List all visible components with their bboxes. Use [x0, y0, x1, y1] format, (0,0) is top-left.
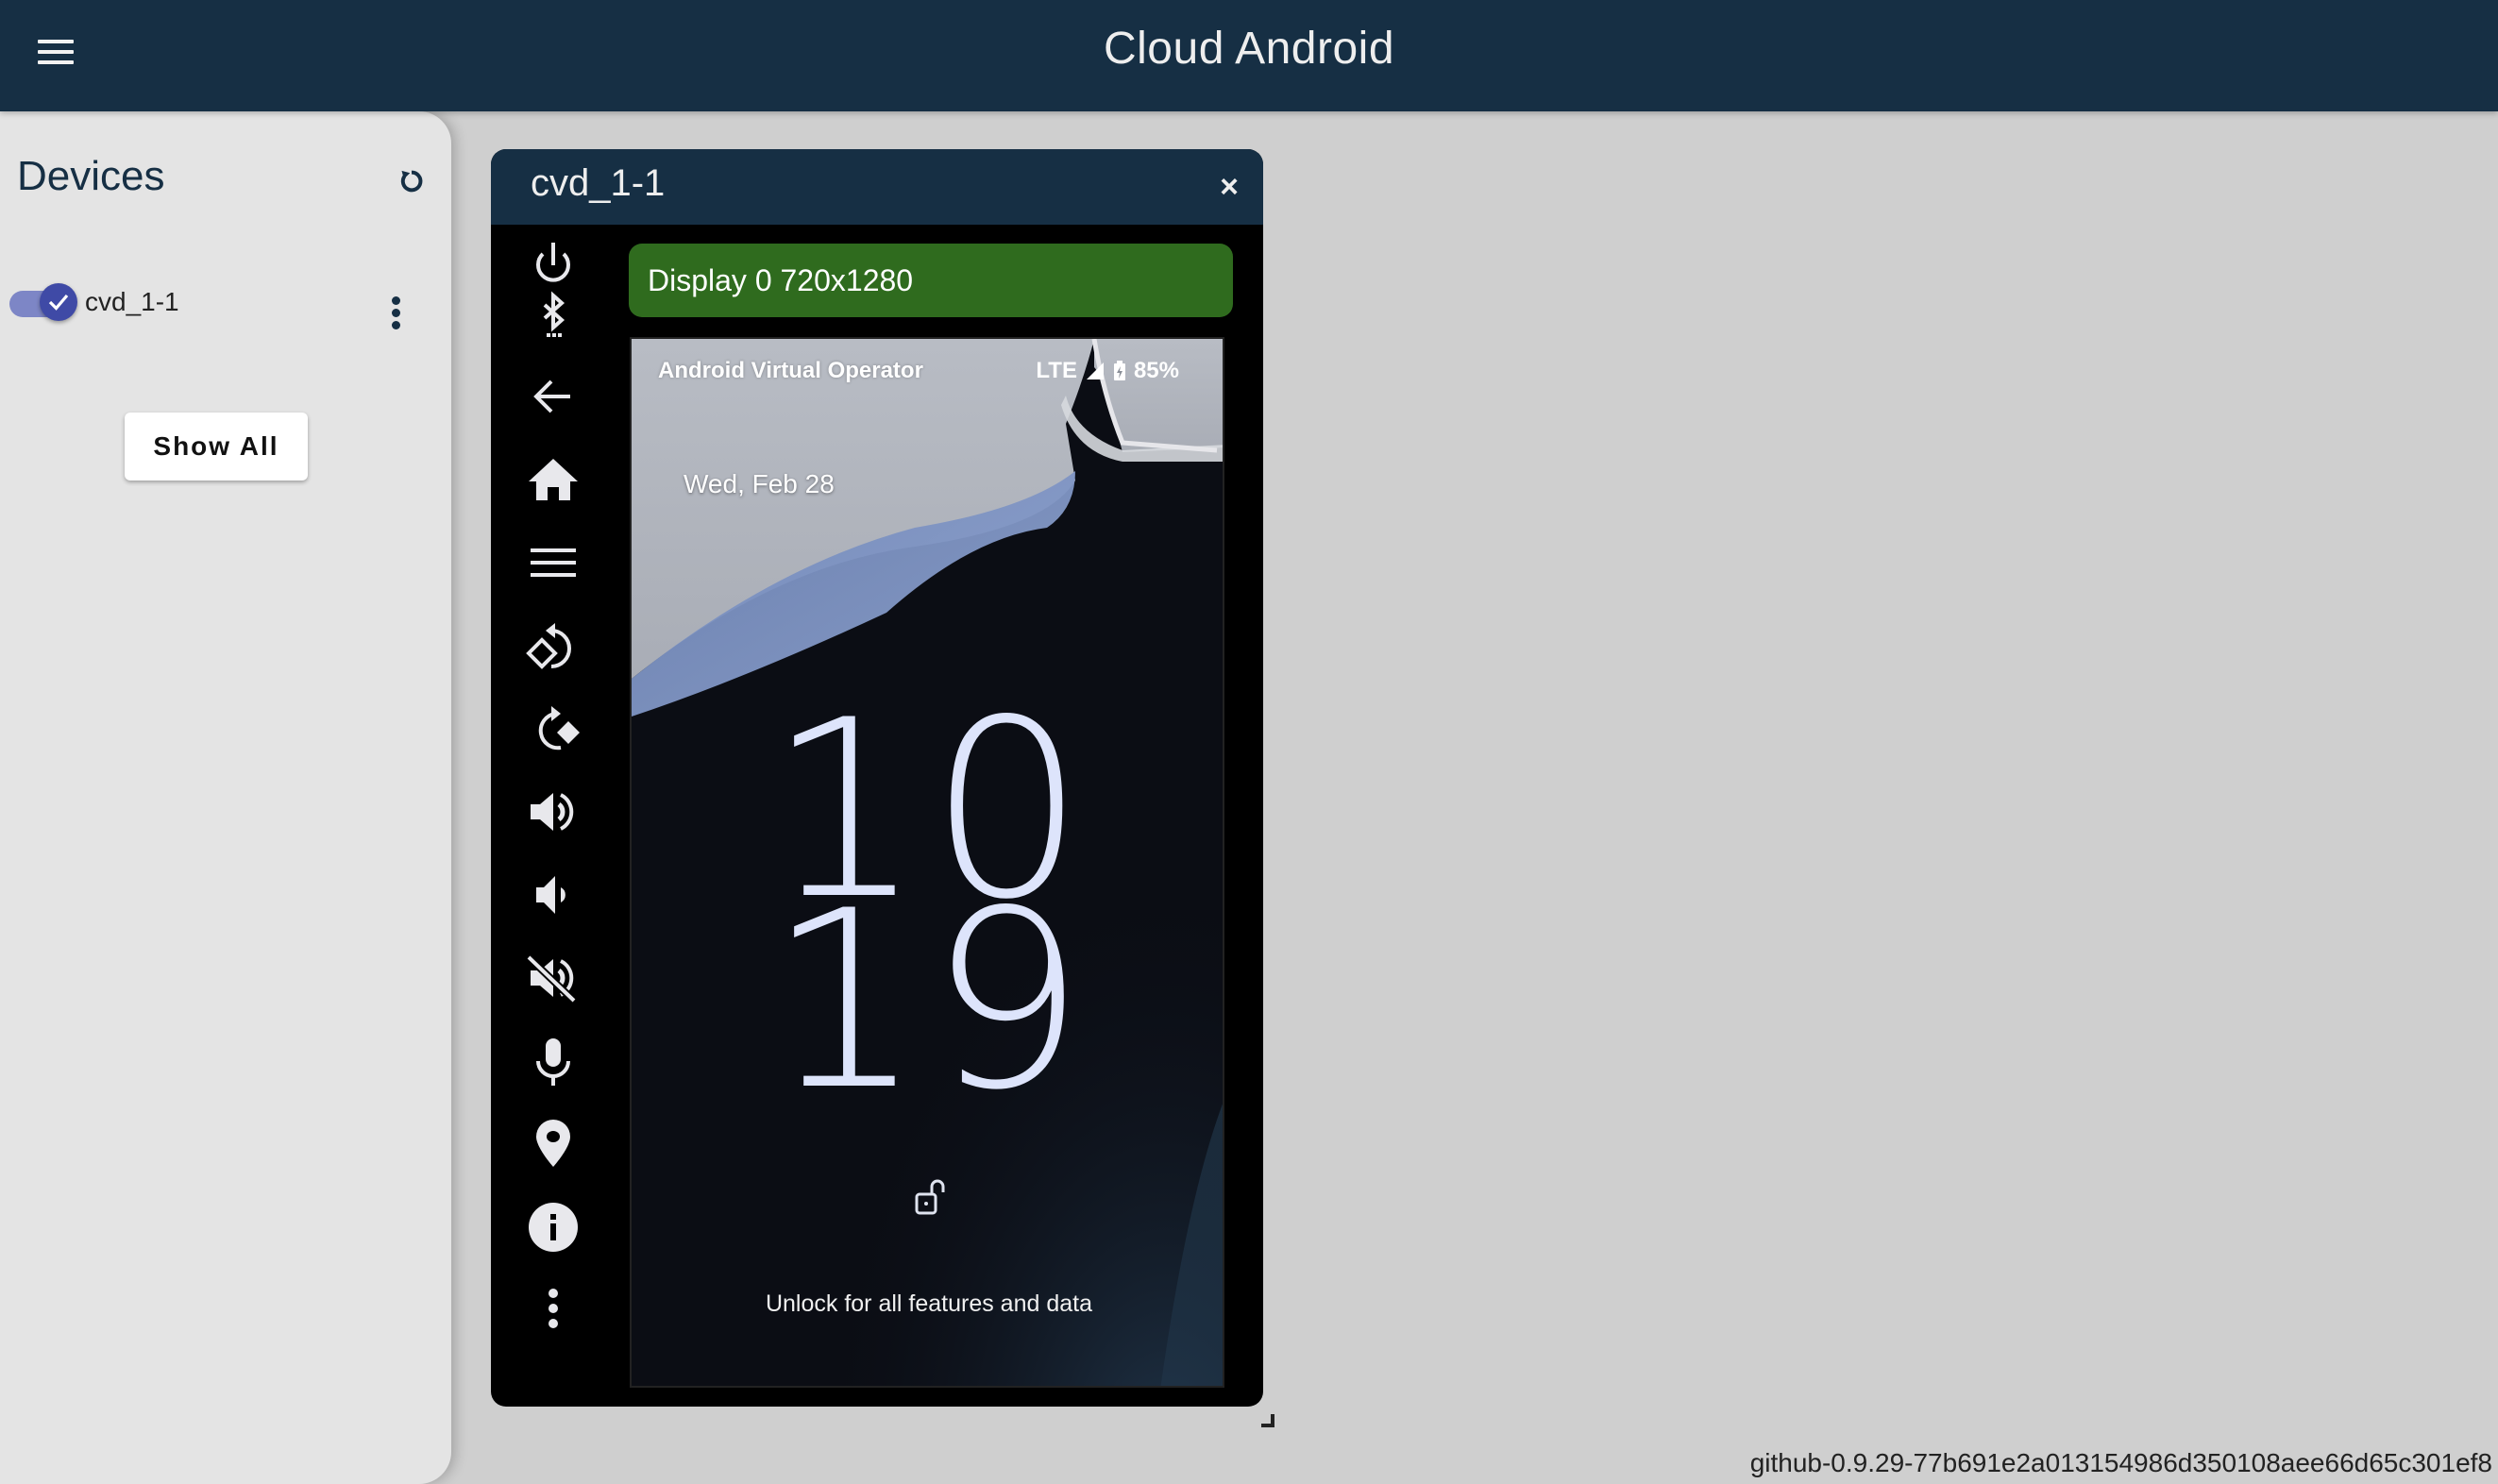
info-button[interactable] [523, 1197, 583, 1257]
rotate-right-icon [538, 706, 580, 750]
device-list-item: cvd_1-1 [0, 262, 451, 338]
home-button[interactable] [523, 449, 583, 510]
home-icon [529, 459, 578, 500]
close-icon[interactable]: × [1212, 168, 1246, 206]
device-window: cvd_1-1 × Display 0 720x1280 Android Vir… [491, 149, 1263, 1407]
rotate-left-button[interactable] [523, 616, 583, 676]
mic-icon [536, 1038, 570, 1086]
menu-icon [531, 548, 576, 577]
more-vert-icon [549, 1289, 558, 1328]
app-title: Cloud Android [1103, 24, 1395, 74]
location-button[interactable] [523, 1114, 583, 1174]
rotate-right-button[interactable] [523, 699, 583, 759]
resize-handle[interactable] [1261, 1414, 1274, 1427]
more-vert-icon[interactable] [381, 283, 410, 330]
volume-up-button[interactable] [523, 782, 583, 842]
volume-mute-button[interactable] [523, 948, 583, 1008]
refresh-button[interactable] [391, 160, 432, 202]
unlock-icon[interactable] [913, 1177, 947, 1215]
volume-up-icon [531, 793, 574, 831]
device-name[interactable]: cvd_1-1 [85, 287, 179, 317]
menu-button[interactable] [523, 532, 583, 593]
location-icon [536, 1120, 570, 1167]
network-type: LTE [1036, 358, 1077, 383]
rotate-left-icon [526, 623, 571, 669]
battery-level: 85% [1133, 358, 1179, 383]
clock-minute: 19 [767, 859, 1091, 1144]
volume-down-icon [536, 876, 565, 914]
device-window-header[interactable]: cvd_1-1 × [491, 149, 1263, 225]
display-label: Display 0 720x1280 [629, 244, 1233, 317]
check-icon [48, 294, 69, 311]
bluetooth-searching-icon [543, 291, 565, 337]
device-toggle[interactable] [9, 283, 77, 323]
device-screen[interactable]: Android Virtual Operator LTE 85% Wed, Fe… [630, 337, 1224, 1388]
volume-down-button[interactable] [523, 865, 583, 925]
status-icons: LTE 85% [1036, 358, 1179, 384]
version-label: github-0.9.29-77b691e2a013154986d350108a… [1749, 1448, 2492, 1477]
volume-off-icon [526, 954, 577, 1003]
unlock-hint: Unlock for all features and data [765, 1290, 1093, 1317]
arrow-back-icon [533, 379, 570, 413]
device-control-toolbar [491, 225, 614, 1407]
show-all-button[interactable]: Show All [125, 413, 308, 481]
app-bar: Cloud Android [0, 0, 2498, 111]
back-button[interactable] [523, 366, 583, 427]
battery-charging-icon [1113, 361, 1125, 380]
sidebar-title: Devices [17, 153, 165, 199]
microphone-button[interactable] [523, 1031, 583, 1091]
lockscreen-date: Wed, Feb 28 [684, 469, 835, 498]
device-window-title: cvd_1-1 [531, 162, 666, 204]
carrier-name: Android Virtual Operator [658, 358, 923, 383]
refresh-icon [400, 170, 423, 193]
bluetooth-button[interactable] [523, 283, 583, 344]
more-button[interactable] [523, 1280, 583, 1341]
info-icon [529, 1203, 578, 1252]
signal-icon [1086, 363, 1104, 379]
devices-sidebar: Devices cvd_1-1 Show All [0, 111, 451, 1484]
